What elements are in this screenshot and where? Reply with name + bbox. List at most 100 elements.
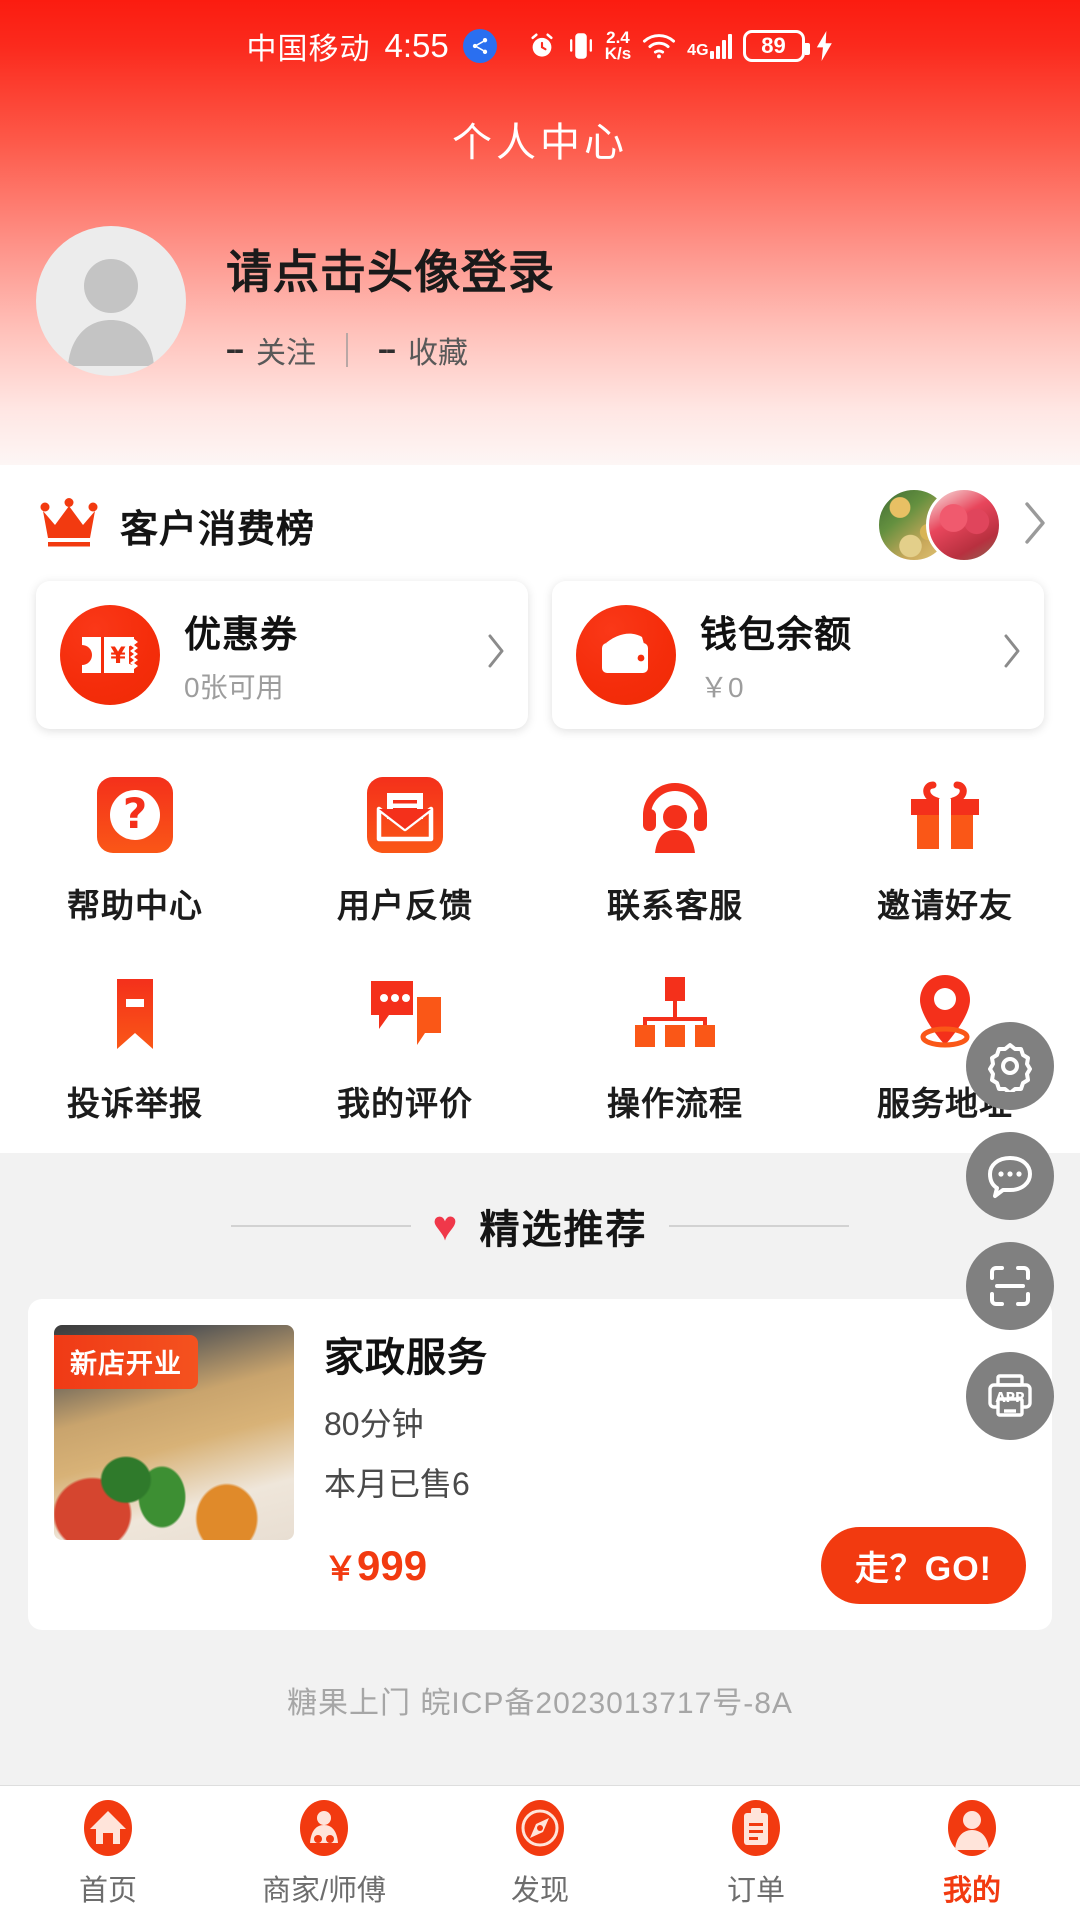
login-prompt[interactable]: 请点击头像登录 (226, 236, 555, 302)
chat-dots-icon[interactable] (966, 1132, 1054, 1220)
recommend-title: 精选推荐 (479, 1208, 648, 1252)
crown-icon (40, 497, 98, 553)
wallet-card[interactable]: 钱包余额 ￥0 (552, 581, 1044, 729)
rank-thumb-2 (926, 487, 1002, 563)
home-icon (77, 1797, 139, 1859)
coupon-card[interactable]: ¥ 优惠券 0张可用 (36, 581, 528, 729)
grid-item-my-reviews[interactable]: 我的评价 (270, 967, 540, 1125)
flowchart-icon (629, 967, 721, 1059)
tab-orders[interactable]: 订单 (648, 1797, 864, 1909)
person-icon (941, 1797, 1003, 1859)
question-mark-icon: ? (89, 769, 181, 861)
header-banner: 中国移动 4:55 2.4 K/s 4G 89 个人中心 请点击头像登录 -- … (0, 0, 1080, 465)
tab-discover[interactable]: 发现 (432, 1797, 648, 1909)
grid-item-operation-flow[interactable]: 操作流程 (540, 967, 810, 1125)
grid-item-user-feedback[interactable]: 用户反馈 (270, 769, 540, 927)
status-time: 4:55 (384, 27, 449, 64)
page-title: 个人中心 (452, 121, 628, 165)
profile-section[interactable]: 请点击头像登录 -- 关注 -- 收藏 (0, 168, 1080, 376)
tab-label: 商家/师傅 (261, 1875, 387, 1907)
product-price: ￥999 (324, 1542, 427, 1590)
wallet-card-subtitle: ￥0 (700, 672, 744, 703)
coupon-icon: ¥ (60, 605, 160, 705)
bluetooth-share-icon (462, 29, 497, 63)
grid-item-complaint-report[interactable]: 投诉举报 (0, 967, 270, 1125)
price-value: 999 (357, 1541, 428, 1589)
recommend-section: ♥ 精选推荐 新店开业 家政服务 80分钟 本月已售6 ￥999 走？GO! 糖… (0, 1153, 1080, 1780)
chevron-right-icon[interactable] (1022, 500, 1048, 551)
feature-grid-row-2: 投诉举报 我的评价 操作流程 服务地址 (0, 967, 1080, 1125)
svg-text:¥: ¥ (110, 644, 126, 669)
heart-icon: ♥ (432, 1202, 458, 1249)
consumption-rank-row[interactable]: 客户消费榜 (0, 465, 1080, 581)
product-info: 家政服务 80分钟 本月已售6 ￥999 走？GO! (324, 1325, 1026, 1604)
alarm-icon (527, 31, 557, 61)
coupon-card-title: 优惠券 (184, 614, 298, 655)
compass-icon (509, 1797, 571, 1859)
recommend-header: ♥ 精选推荐 (0, 1197, 1080, 1255)
gift-icon (899, 769, 991, 861)
tab-label: 我的 (942, 1875, 1001, 1907)
product-card[interactable]: 新店开业 家政服务 80分钟 本月已售6 ￥999 走？GO! (28, 1299, 1052, 1630)
product-name: 家政服务 (324, 1336, 488, 1380)
divider-left (230, 1225, 411, 1227)
grid-item-invite-friends[interactable]: 邀请好友 (810, 769, 1080, 927)
product-image: 新店开业 (54, 1325, 294, 1540)
tab-mine[interactable]: 我的 (864, 1797, 1080, 1909)
wallet-icon (576, 605, 676, 705)
grid-label: 我的评价 (337, 1085, 473, 1122)
footer-icp-text: 糖果上门 皖ICP备2023013717号-8A (0, 1630, 1080, 1780)
stats-divider (345, 333, 348, 367)
floating-action-buttons: APP (966, 1022, 1054, 1440)
tab-label: 发现 (510, 1875, 569, 1907)
bookmark-minus-icon (89, 967, 181, 1059)
main-content: 客户消费榜 ¥ 优惠券 0张可用 钱包余额 ￥0 ? 帮助中心 用户反馈 联系客… (0, 465, 1080, 1153)
scan-frame-icon[interactable] (966, 1242, 1054, 1330)
currency-symbol: ￥ (324, 1549, 357, 1587)
bottom-tab-bar: 首页 商家/师傅 发现 订单 我的 (0, 1785, 1080, 1920)
summary-cards: ¥ 优惠券 0张可用 钱包余额 ￥0 (0, 581, 1080, 735)
wallet-card-title: 钱包余额 (700, 614, 852, 655)
grid-label: 邀请好友 (877, 887, 1013, 924)
coupon-card-subtitle: 0张可用 (184, 672, 284, 703)
chat-bubbles-icon (359, 967, 451, 1059)
svg-text:APP: APP (995, 1391, 1024, 1406)
grid-label: 联系客服 (607, 887, 743, 924)
product-badge: 新店开业 (54, 1335, 198, 1389)
svg-text:?: ? (123, 789, 147, 838)
grid-item-contact-service[interactable]: 联系客服 (540, 769, 810, 927)
follow-label[interactable]: 关注 (256, 328, 316, 372)
grid-item-help-center[interactable]: ? 帮助中心 (0, 769, 270, 927)
mobile-signal-icon: 4G (687, 33, 732, 59)
go-button[interactable]: 走？GO! (820, 1527, 1026, 1604)
consumption-rank-title: 客户消费榜 (120, 508, 316, 551)
vibrate-icon (568, 31, 594, 61)
status-carrier: 中国移动 (246, 33, 371, 66)
avatar[interactable] (36, 226, 186, 376)
wifi-icon (642, 32, 676, 60)
network-speed-indicator: 2.4 K/s (604, 27, 632, 63)
chevron-right-icon[interactable] (480, 633, 506, 678)
grid-label: 帮助中心 (67, 887, 203, 924)
tab-home[interactable]: 首页 (0, 1797, 216, 1909)
gear-icon[interactable] (966, 1022, 1054, 1110)
feature-grid: ? 帮助中心 用户反馈 联系客服 邀请好友 投诉举报 我的评价 操作流程 服务地… (0, 735, 1080, 1153)
status-bar: 中国移动 4:55 2.4 K/s 4G 89 (0, 0, 1080, 92)
envelope-icon (359, 769, 451, 861)
favorite-count: -- (377, 333, 396, 366)
chevron-right-icon[interactable] (996, 633, 1022, 678)
favorite-label[interactable]: 收藏 (408, 328, 468, 372)
grid-label: 投诉举报 (67, 1085, 203, 1122)
grid-label: 用户反馈 (337, 887, 473, 924)
tab-merchant-worker[interactable]: 商家/师傅 (216, 1797, 432, 1909)
profile-stats: -- 关注 -- 收藏 (226, 328, 555, 372)
product-sold-count: 本月已售6 (324, 1466, 470, 1502)
worker-icon (293, 1797, 355, 1859)
feature-grid-row-1: ? 帮助中心 用户反馈 联系客服 邀请好友 (0, 769, 1080, 927)
tab-label: 订单 (726, 1875, 785, 1907)
product-duration: 80分钟 (324, 1406, 424, 1442)
battery-indicator: 89 (742, 30, 810, 62)
clipboard-icon (725, 1797, 787, 1859)
follow-count: -- (226, 333, 244, 366)
app-print-icon[interactable]: APP (966, 1352, 1054, 1440)
